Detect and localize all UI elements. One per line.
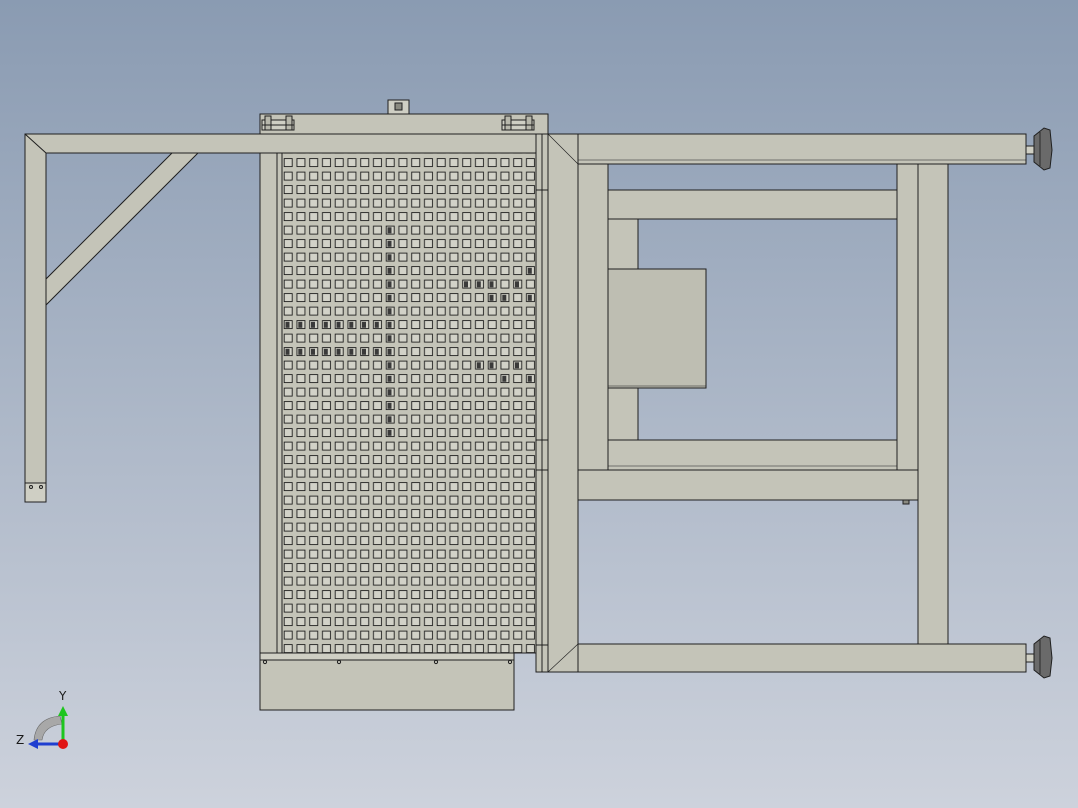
mesh-occlusion-cell <box>285 348 290 355</box>
left-leg-foot-plate <box>24 482 47 503</box>
mesh-occlusion-cell <box>387 402 392 409</box>
cad-viewport[interactable]: Y Z <box>0 0 1078 808</box>
kick-plate <box>259 652 515 711</box>
mesh-occlusion-cell <box>387 348 392 355</box>
mesh-occlusion-cell <box>515 281 519 288</box>
mesh-occlusion-cell <box>476 362 481 369</box>
mounted-box <box>607 268 707 389</box>
mesh-occlusion-cell <box>527 294 532 301</box>
mesh-occlusion-cell <box>311 348 315 355</box>
mesh-occlusion-cell <box>387 375 392 382</box>
mesh-occlusion-cell <box>387 335 392 342</box>
mesh-occlusion-cell <box>374 321 379 328</box>
mesh-occlusion-cell <box>349 321 354 328</box>
mesh-occlusion-cell <box>387 294 392 301</box>
triad-label-z: Z <box>16 733 24 747</box>
mesh-occlusion-cell <box>527 375 532 382</box>
mesh-occlusion-cell <box>387 362 392 369</box>
mesh-occlusion-cell <box>336 321 341 328</box>
mesh-occlusion-cell <box>323 321 328 328</box>
mesh-occlusion-cell <box>374 348 379 355</box>
triad-x-axis-dot <box>58 739 68 749</box>
mesh-occlusion-cell <box>387 281 392 288</box>
mesh-occlusion-cell <box>387 389 392 396</box>
mesh-occlusion-cell <box>387 227 392 234</box>
bottom-rail <box>547 643 1027 673</box>
mesh-occlusion-cell <box>387 321 392 328</box>
mesh-occlusion-cell <box>298 321 303 328</box>
mesh-occlusion-cell <box>387 429 392 436</box>
kick-plate-panel <box>259 652 515 711</box>
mesh-occlusion-cell <box>464 281 468 288</box>
mesh-occlusion-cell <box>387 416 392 423</box>
subframe-top-rail <box>607 189 898 220</box>
mesh-occlusion-cell <box>489 362 494 369</box>
mesh-occlusion-cell <box>502 375 507 382</box>
mesh-occlusion-cell <box>489 281 494 288</box>
triad-label-y: Y <box>58 689 67 703</box>
mesh-occlusion-cell <box>476 281 481 288</box>
door-mesh-panel <box>281 152 537 654</box>
top-rail <box>547 133 1027 165</box>
inner-right-post <box>896 163 919 471</box>
mesh-occlusion-cell <box>502 294 507 301</box>
mesh-occlusion-cell <box>515 362 519 369</box>
mesh-occlusion-cell <box>527 267 532 274</box>
guard-door <box>259 133 549 673</box>
rear-right-post <box>917 163 949 645</box>
mesh-occlusion-cell <box>489 294 494 301</box>
mesh-occlusion-cell <box>349 348 354 355</box>
mesh-occlusion-cell <box>387 240 392 247</box>
mesh-occlusion-cell <box>336 348 341 355</box>
mesh-occlusion-cell <box>285 321 290 328</box>
mesh-occlusion-cell <box>323 348 328 355</box>
mesh-occlusion-cell <box>387 308 392 315</box>
subframe-bottom-rail <box>607 439 898 471</box>
mesh-occlusion-cell <box>298 348 303 355</box>
door-left-post <box>259 152 283 654</box>
mesh-occlusion-cell <box>362 348 366 355</box>
middle-crossbar <box>577 469 919 501</box>
mesh-occlusion-cell <box>362 321 366 328</box>
front-left-post <box>547 133 579 673</box>
top-center-bracket-slot <box>394 102 403 111</box>
mesh-occlusion-cell <box>311 321 315 328</box>
subframe-left-post <box>577 163 609 471</box>
mesh-occlusion-cell <box>387 267 392 274</box>
mesh-occlusion-cell <box>387 254 392 261</box>
